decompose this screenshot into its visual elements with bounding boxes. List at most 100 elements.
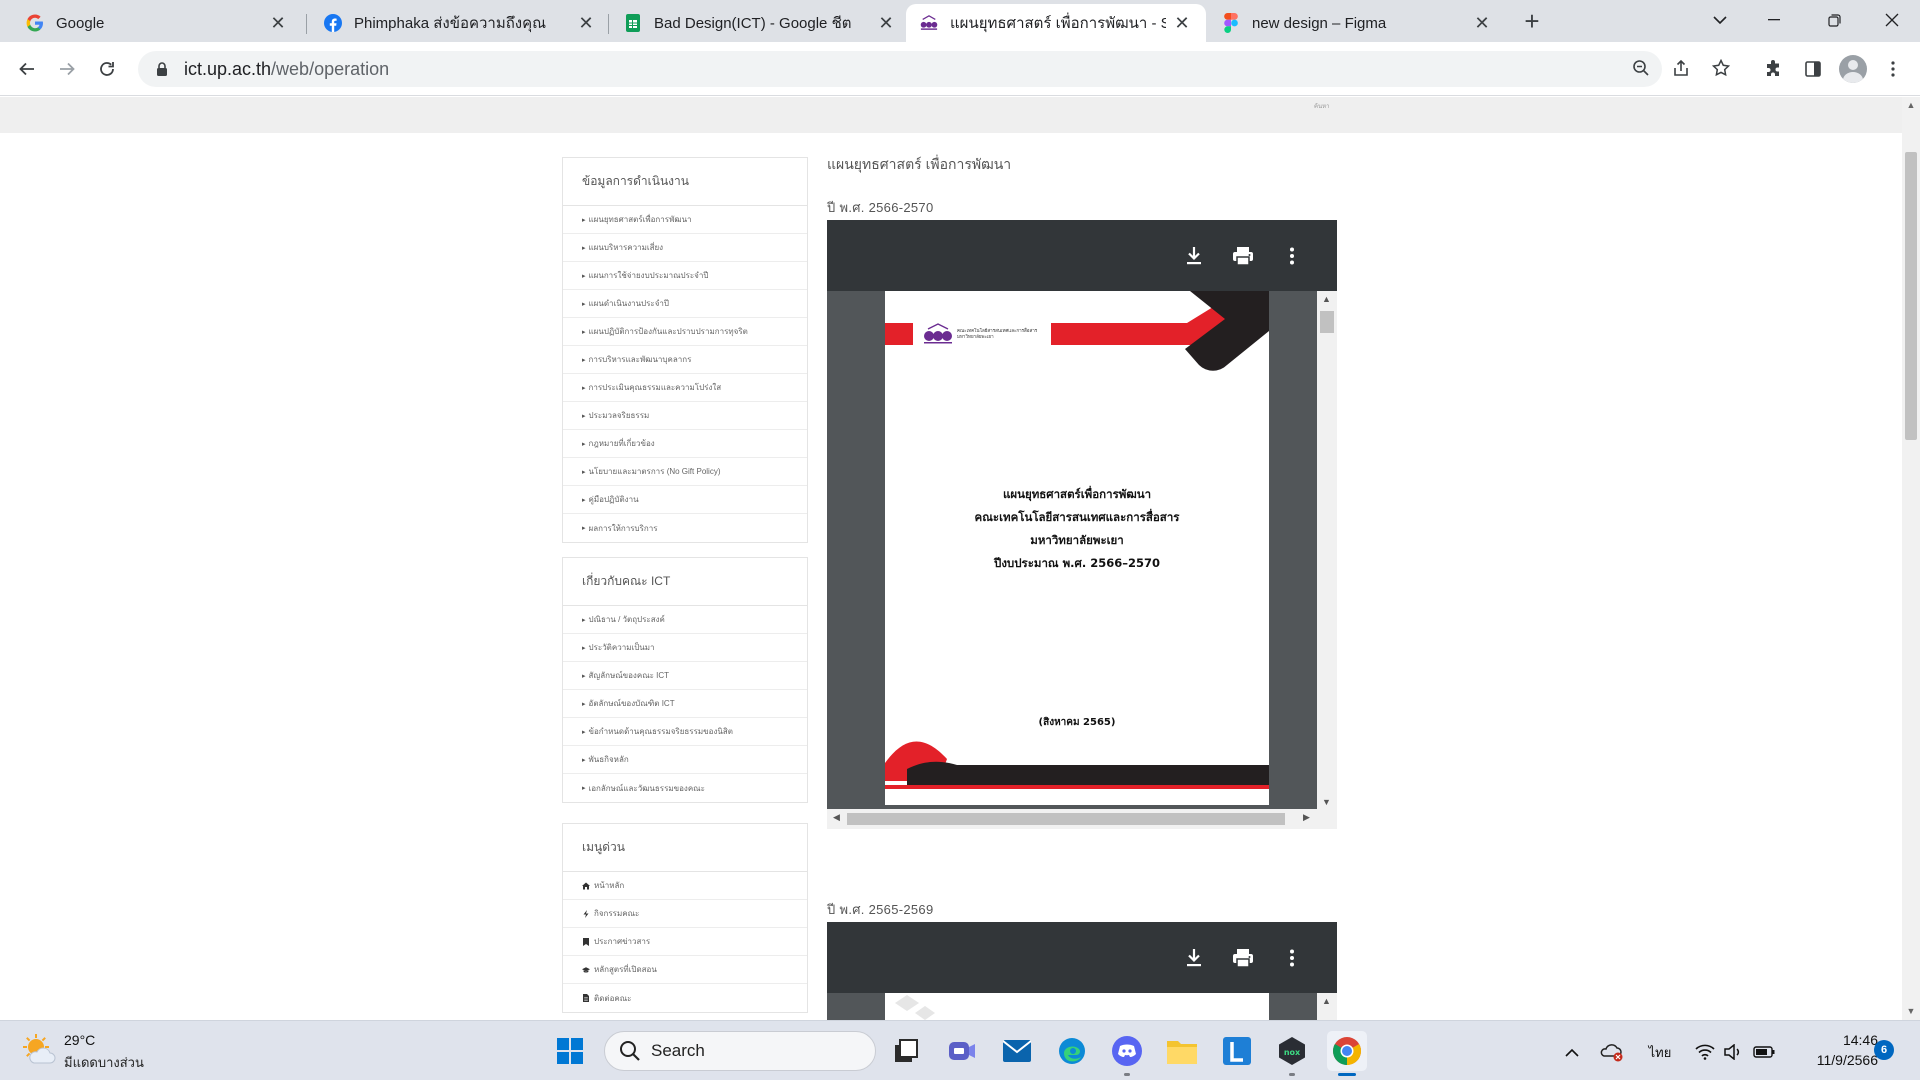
task-view-icon[interactable] [886, 1031, 926, 1071]
file-explorer-icon[interactable] [1162, 1031, 1202, 1071]
clock-time[interactable]: 14:46 [1822, 1032, 1878, 1048]
scroll-down-icon[interactable]: ▼ [1322, 797, 1331, 807]
edge-icon[interactable] [1052, 1031, 1092, 1071]
sidebar-item-manual[interactable]: ▸ คู่มือปฏิบัติงาน [563, 486, 807, 514]
sidebar-item-ita[interactable]: ▸ การประเมินคุณธรรมและความโปร่งใส [563, 374, 807, 402]
line-app-icon[interactable] [1217, 1031, 1257, 1071]
sidebar-item-mission[interactable]: ▸ พันธกิจหลัก [563, 746, 807, 774]
sidebar-item-service-results[interactable]: ▸ ผลการให้การบริการ [563, 514, 807, 542]
sidebar-item-philosophy[interactable]: ▸ ปณิธาน / วัตถุประสงค์ [563, 606, 807, 634]
sidebar-item-no-gift-policy[interactable]: ▸ นโยบายและมาตรการ (No Gift Policy) [563, 458, 807, 486]
notification-badge[interactable]: 6 [1874, 1040, 1894, 1060]
pdf-more-icon[interactable] [1279, 945, 1305, 971]
mail-icon[interactable] [997, 1031, 1037, 1071]
scroll-up-icon[interactable]: ▲ [1906, 100, 1916, 110]
side-panel-icon[interactable] [1796, 52, 1830, 86]
taskbar: 29°C มีแดดบางส่วน Search nox ไทย 14:46 1… [0, 1020, 1920, 1080]
tab-search-chevron-icon[interactable] [1692, 0, 1748, 40]
print-icon[interactable] [1230, 945, 1256, 971]
pdf-viewer[interactable]: คณะเทคโนโลยีสารสนเทศและการสื่อสาร มหาวิท… [827, 220, 1337, 829]
pdf-vertical-scrollbar[interactable]: ▲ ▼ [1317, 291, 1337, 809]
discord-icon[interactable] [1107, 1031, 1147, 1071]
zoom-icon[interactable] [1624, 51, 1658, 85]
close-tab-icon[interactable]: ✕ [1472, 13, 1492, 33]
forward-button[interactable] [50, 52, 84, 86]
minimize-button[interactable] [1746, 0, 1802, 40]
scroll-up-icon[interactable]: ▲ [1322, 996, 1331, 1006]
sidebar-item-ethics-code[interactable]: ▸ ประมวลจริยธรรม [563, 402, 807, 430]
sidebar-item-annual-plan[interactable]: ▸ แผนดำเนินงานประจำปี [563, 290, 807, 318]
address-bar[interactable]: ict.up.ac.th/web/operation [138, 51, 1662, 87]
start-button[interactable] [550, 1031, 590, 1071]
pdf-vertical-scrollbar[interactable]: ▲ [1317, 993, 1337, 1020]
chrome-icon[interactable] [1327, 1031, 1367, 1071]
scroll-right-icon[interactable]: ▶ [1303, 812, 1310, 823]
scroll-down-icon[interactable]: ▼ [1906, 1006, 1916, 1016]
nox-player-icon[interactable]: nox [1272, 1031, 1312, 1071]
onedrive-error-icon[interactable] [1600, 1041, 1624, 1063]
close-tab-icon[interactable]: ✕ [876, 13, 896, 33]
download-icon[interactable] [1181, 243, 1207, 269]
back-button[interactable] [10, 52, 44, 86]
tab-title: new design – Figma [1252, 14, 1387, 32]
new-tab-button[interactable]: + [1518, 8, 1546, 36]
print-icon[interactable] [1230, 243, 1256, 269]
quick-item-contact[interactable]: ติดต่อคณะ [563, 984, 807, 1012]
sidebar-item-history[interactable]: ▸ ประวัติความเป็นมา [563, 634, 807, 662]
reload-button[interactable] [90, 52, 124, 86]
clock-date[interactable]: 11/9/2566 [1790, 1052, 1878, 1068]
sidebar-item-culture[interactable]: ▸ เอกลักษณ์และวัฒนธรรมของคณะ [563, 774, 807, 802]
battery-icon[interactable] [1752, 1041, 1776, 1063]
profile-avatar[interactable] [1836, 52, 1870, 86]
close-tab-icon[interactable]: ✕ [1172, 13, 1192, 33]
document-title: แผนยุทธศาสตร์เพื่อการพัฒนา คณะเทคโนโลยีส… [885, 483, 1269, 575]
sidebar-item-student-ethics[interactable]: ▸ ข้อกำหนดด้านคุณธรรมจริยธรรมของนิสิต [563, 718, 807, 746]
download-icon[interactable] [1181, 945, 1207, 971]
restore-button[interactable] [1806, 0, 1862, 40]
close-window-button[interactable] [1864, 0, 1920, 40]
sidebar-item-budget-plan[interactable]: ▸ แผนการใช้จ่ายงบประมาณประจำปี [563, 262, 807, 290]
scroll-thumb[interactable] [1905, 152, 1917, 440]
tab-title: Google [56, 14, 105, 32]
bookmark-star-icon[interactable] [1704, 51, 1738, 85]
sidebar-item-symbol[interactable]: ▸ สัญลักษณ์ของคณะ ICT [563, 662, 807, 690]
quick-item-programs[interactable]: หลักสูตรที่เปิดสอน [563, 956, 807, 984]
weather-partly-sunny-icon[interactable] [22, 1033, 56, 1067]
share-icon[interactable] [1664, 51, 1698, 85]
close-tab-icon[interactable]: ✕ [268, 13, 288, 33]
scroll-up-icon[interactable]: ▲ [1322, 294, 1331, 304]
weather-temperature: 29°C [64, 1032, 96, 1048]
sidebar-item-laws[interactable]: ▸ กฎหมายที่เกี่ยวข้อง [563, 430, 807, 458]
sidebar-item-anti-corruption[interactable]: ▸ แผนปฏิบัติการป้องกันและปราบปรามการทุจริ… [563, 318, 807, 346]
wifi-icon[interactable] [1694, 1041, 1716, 1063]
pdf-horizontal-scrollbar[interactable]: ◀ ▶ [827, 809, 1337, 829]
sidebar-item-graduate-identity[interactable]: ▸ อัตลักษณ์ของบัณฑิต ICT [563, 690, 807, 718]
volume-icon[interactable] [1722, 1041, 1744, 1063]
sidebar-item-risk-plan[interactable]: ▸ แผนบริหารความเสี่ยง [563, 234, 807, 262]
taskbar-search[interactable]: Search [604, 1031, 876, 1071]
page-vertical-scrollbar[interactable]: ▲ ▼ [1902, 97, 1920, 1020]
scroll-thumb[interactable] [847, 813, 1285, 825]
scroll-left-icon[interactable]: ◀ [833, 812, 840, 823]
tab-active-strategic-plan[interactable]: แผนยุทธศาสตร์ เพื่อการพัฒนา - Scho ✕ [906, 4, 1206, 42]
input-language[interactable]: ไทย [1644, 1041, 1676, 1063]
sidebar-item-hr[interactable]: ▸ การบริหารและพัฒนาบุคลากร [563, 346, 807, 374]
quick-item-news[interactable]: ประกาศข่าวสาร [563, 928, 807, 956]
pdf-viewer[interactable]: ▲ [827, 922, 1337, 1020]
tab-figma[interactable]: new design – Figma ✕ [1208, 4, 1506, 42]
sidebar-item-strategic-plan[interactable]: ▸ แผนยุทธศาสตร์เพื่อการพัฒนา [563, 206, 807, 234]
teams-chat-icon[interactable] [942, 1031, 982, 1071]
tab-facebook[interactable]: Phimphaka ส่งข้อความถึงคุณ ✕ [310, 4, 610, 42]
kebab-menu-icon[interactable] [1876, 52, 1910, 86]
tab-google[interactable]: Google ✕ [12, 4, 302, 42]
quick-item-activities[interactable]: กิจกรรมคณะ [563, 900, 807, 928]
header-search-link[interactable]: ค้นหา [1314, 101, 1329, 111]
scroll-thumb[interactable] [1320, 311, 1334, 333]
extensions-icon[interactable] [1756, 52, 1790, 86]
close-tab-icon[interactable]: ✕ [576, 13, 596, 33]
pdf-more-icon[interactable] [1279, 243, 1305, 269]
lock-icon[interactable] [152, 59, 172, 79]
tab-google-sheets[interactable]: Bad Design(ICT) - Google ชีต ✕ [610, 4, 910, 42]
quick-item-home[interactable]: หน้าหลัก [563, 872, 807, 900]
show-hidden-icons-chevron-icon[interactable] [1562, 1041, 1582, 1063]
